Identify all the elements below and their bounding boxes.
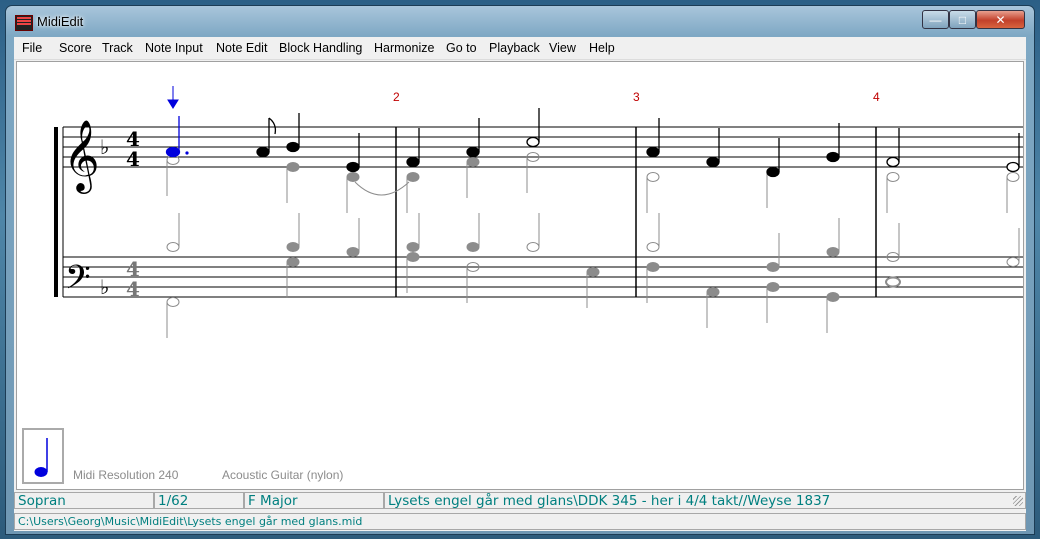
- insertion-cursor-icon: [167, 86, 179, 109]
- accompaniment-notes: [166, 152, 1020, 338]
- status-key: F Major: [244, 492, 384, 509]
- score-canvas[interactable]: 2 3 4 𝄞 𝄢 ♭ ♭ 4 4 4 4 Midi Resolution 24…: [16, 61, 1024, 490]
- quarter-note-icon: [34, 438, 48, 477]
- instrument-label: Acoustic Guitar (nylon): [222, 468, 344, 482]
- midiedit-app-icon[interactable]: [15, 15, 33, 31]
- maximize-button[interactable]: □: [949, 10, 976, 29]
- bass-clef-icon: 𝄢: [65, 259, 91, 305]
- note-duration-selector[interactable]: [22, 428, 64, 484]
- menu-go-to[interactable]: Go to: [446, 41, 477, 55]
- window-title: MidiEdit: [37, 14, 84, 29]
- treble-time-sig-bottom: 4: [126, 147, 140, 171]
- menu-file[interactable]: File: [22, 41, 42, 55]
- menu-note-input[interactable]: Note Input: [145, 41, 203, 55]
- bass-key-flat: ♭: [100, 277, 109, 299]
- close-button[interactable]: ✕: [976, 10, 1025, 29]
- midi-resolution-label: Midi Resolution 240: [73, 468, 179, 482]
- status-bar: Sopran 1/62 F Major Lysets engel går med…: [14, 491, 1026, 511]
- menu-track[interactable]: Track: [102, 41, 133, 55]
- treble-key-flat: ♭: [100, 137, 109, 159]
- resize-grip-icon[interactable]: [1013, 496, 1023, 506]
- menu-block-handling[interactable]: Block Handling: [279, 41, 362, 55]
- menu-view[interactable]: View: [549, 41, 576, 55]
- bass-time-sig-bottom: 4: [126, 277, 140, 301]
- client-area: File Score Track Note Input Note Edit Bl…: [14, 37, 1026, 531]
- treble-staff: [63, 126, 1023, 168]
- treble-clef-icon: 𝄞: [63, 118, 100, 194]
- title-bar[interactable]: MidiEdit — □ ✕: [6, 6, 1034, 36]
- system-bracket: [54, 127, 58, 297]
- menu-help[interactable]: Help: [589, 41, 615, 55]
- bass-staff: [63, 256, 1023, 298]
- status-position: 1/62: [154, 492, 244, 509]
- status-song-title: Lysets engel går med glans\DDK 345 - her…: [384, 492, 1026, 509]
- status-track: Sopran: [14, 492, 154, 509]
- app-window: MidiEdit — □ ✕ File Score Track Note Inp…: [5, 5, 1035, 535]
- menu-note-edit[interactable]: Note Edit: [216, 41, 267, 55]
- menu-score[interactable]: Score: [59, 41, 92, 55]
- file-path-bar: C:\Users\Georg\Music\MidiEdit\Lysets eng…: [14, 513, 1026, 530]
- menu-playback[interactable]: Playback: [489, 41, 540, 55]
- menu-bar: File Score Track Note Input Note Edit Bl…: [14, 37, 1026, 60]
- score-notation[interactable]: 𝄞 𝄢 ♭ ♭ 4 4 4 4: [17, 62, 1023, 489]
- menu-harmonize[interactable]: Harmonize: [374, 41, 434, 55]
- minimize-button[interactable]: —: [922, 10, 949, 29]
